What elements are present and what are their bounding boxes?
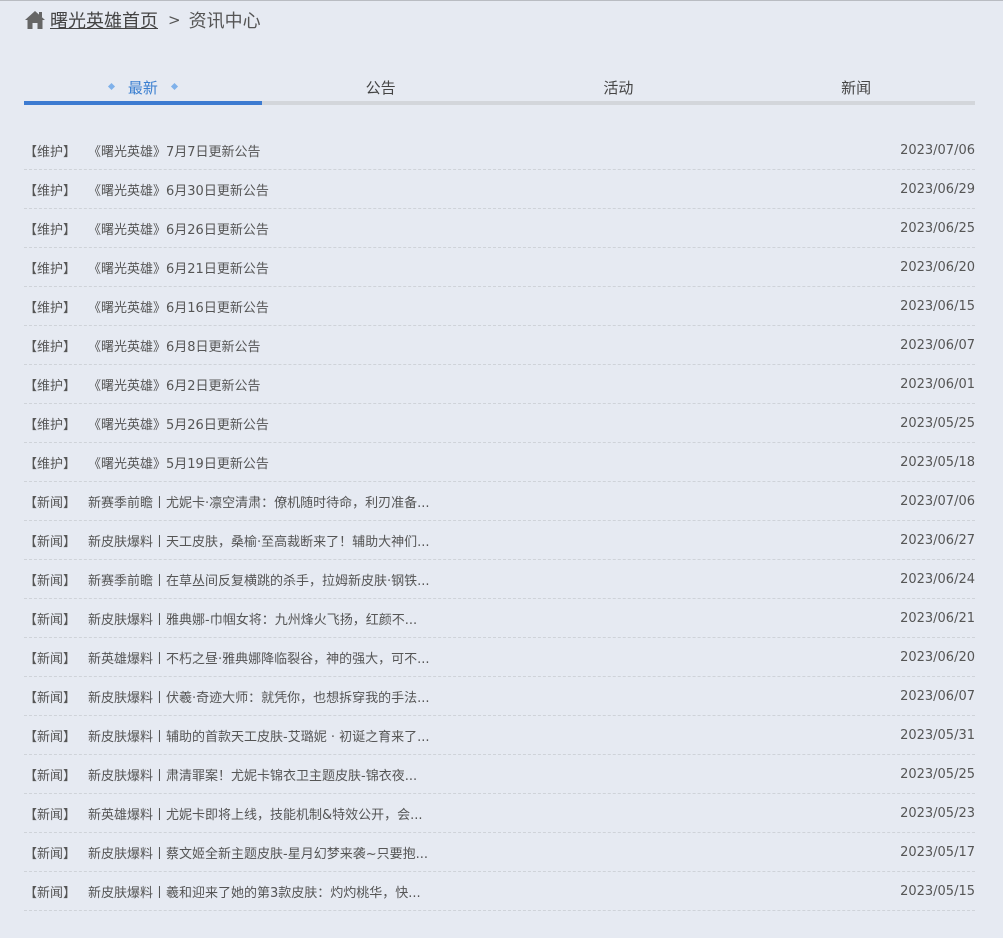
- item-date: 2023/07/06: [900, 142, 975, 158]
- item-title[interactable]: 《曙光英雄》6月21日更新公告: [88, 258, 885, 277]
- item-tag: 【维护】: [24, 378, 77, 394]
- item-date: 2023/06/15: [900, 298, 975, 314]
- list-item[interactable]: 【新闻】 新皮肤爆料丨肃清罪案！尤妮卡锦衣卫主题皮肤-锦衣夜... 2023/0…: [24, 755, 975, 794]
- list-item[interactable]: 【维护】 《曙光英雄》5月19日更新公告 2023/05/18: [24, 443, 975, 482]
- item-title[interactable]: 新皮肤爆料丨雅典娜-巾帼女将：九州烽火飞扬，红颜不...: [88, 609, 885, 628]
- item-tag: 【维护】: [24, 417, 77, 433]
- item-title[interactable]: 《曙光英雄》5月19日更新公告: [88, 453, 885, 472]
- diamond-icon: [170, 82, 178, 91]
- item-tag: 【新闻】: [24, 651, 77, 667]
- item-tag: 【维护】: [24, 300, 77, 316]
- item-title[interactable]: 新赛季前瞻丨在草丛间反复横跳的杀手，拉姆新皮肤·钢铁...: [88, 570, 885, 589]
- list-item[interactable]: 【新闻】 新赛季前瞻丨尤妮卡·凛空清肃：僚机随时待命，利刃准备... 2023/…: [24, 482, 975, 521]
- list-item[interactable]: 【新闻】 新赛季前瞻丨在草丛间反复横跳的杀手，拉姆新皮肤·钢铁... 2023/…: [24, 560, 975, 599]
- list-item[interactable]: 【新闻】 新皮肤爆料丨辅助的首款天工皮肤-艾璐妮 · 初诞之育来了... 202…: [24, 716, 975, 755]
- list-item[interactable]: 【新闻】 新皮肤爆料丨雅典娜-巾帼女将：九州烽火飞扬，红颜不... 2023/0…: [24, 599, 975, 638]
- item-date: 2023/06/07: [900, 688, 975, 704]
- item-tag: 【维护】: [24, 261, 77, 277]
- item-tag: 【新闻】: [24, 690, 77, 706]
- item-date: 2023/06/21: [900, 610, 975, 626]
- item-title[interactable]: 新皮肤爆料丨肃清罪案！尤妮卡锦衣卫主题皮肤-锦衣夜...: [88, 765, 885, 784]
- item-date: 2023/06/20: [900, 649, 975, 665]
- item-date: 2023/05/23: [900, 805, 975, 821]
- item-date: 2023/05/25: [900, 766, 975, 782]
- breadcrumb-separator: >: [168, 11, 181, 29]
- list-item[interactable]: 【维护】 《曙光英雄》7月7日更新公告 2023/07/06: [24, 131, 975, 170]
- item-tag: 【新闻】: [24, 495, 77, 511]
- item-title[interactable]: 《曙光英雄》6月16日更新公告: [88, 297, 885, 316]
- item-date: 2023/06/24: [900, 571, 975, 587]
- diamond-icon: [107, 82, 115, 91]
- news-list: 【维护】 《曙光英雄》7月7日更新公告 2023/07/06 【维护】 《曙光英…: [24, 131, 975, 911]
- item-title[interactable]: 《曙光英雄》6月8日更新公告: [88, 336, 885, 355]
- tab-news[interactable]: 新闻: [737, 76, 975, 106]
- list-item[interactable]: 【新闻】 新英雄爆料丨尤妮卡即将上线，技能机制&特效公开，会... 2023/0…: [24, 794, 975, 833]
- top-border: [0, 0, 1003, 1]
- item-tag: 【新闻】: [24, 885, 77, 901]
- item-title[interactable]: 新英雄爆料丨尤妮卡即将上线，技能机制&特效公开，会...: [88, 804, 885, 823]
- breadcrumb: 曙光英雄首页 > 资讯中心: [24, 8, 261, 32]
- breadcrumb-home-link[interactable]: 曙光英雄首页: [50, 7, 158, 33]
- item-title[interactable]: 《曙光英雄》6月30日更新公告: [88, 180, 885, 199]
- list-item[interactable]: 【维护】 《曙光英雄》6月2日更新公告 2023/06/01: [24, 365, 975, 404]
- tab-label: 新闻: [841, 79, 872, 97]
- item-date: 2023/05/31: [900, 727, 975, 743]
- item-title[interactable]: 新皮肤爆料丨羲和迎来了她的第3款皮肤：灼灼桃华，快...: [88, 882, 885, 901]
- tab-label: 活动: [603, 79, 634, 97]
- tab-latest[interactable]: 最新: [24, 76, 262, 106]
- item-tag: 【维护】: [24, 183, 77, 199]
- list-item[interactable]: 【新闻】 新皮肤爆料丨蔡文姬全新主题皮肤-星月幻梦来袭~只要抱... 2023/…: [24, 833, 975, 872]
- item-tag: 【维护】: [24, 222, 77, 238]
- item-date: 2023/06/27: [900, 532, 975, 548]
- item-date: 2023/07/06: [900, 493, 975, 509]
- item-tag: 【新闻】: [24, 573, 77, 589]
- item-date: 2023/06/07: [900, 337, 975, 353]
- item-title[interactable]: 新英雄爆料丨不朽之昼·雅典娜降临裂谷，神的强大，可不...: [88, 648, 885, 667]
- item-tag: 【新闻】: [24, 729, 77, 745]
- item-date: 2023/05/25: [900, 415, 975, 431]
- list-item[interactable]: 【维护】 《曙光英雄》6月8日更新公告 2023/06/07: [24, 326, 975, 365]
- item-title[interactable]: 新皮肤爆料丨天工皮肤，桑榆·至高裁断来了！辅助大神们...: [88, 531, 885, 550]
- item-date: 2023/06/29: [900, 181, 975, 197]
- item-tag: 【维护】: [24, 456, 77, 472]
- item-title[interactable]: 《曙光英雄》6月26日更新公告: [88, 219, 885, 238]
- item-title[interactable]: 新赛季前瞻丨尤妮卡·凛空清肃：僚机随时待命，利刃准备...: [88, 492, 885, 511]
- item-tag: 【新闻】: [24, 846, 77, 862]
- list-item[interactable]: 【维护】 《曙光英雄》6月26日更新公告 2023/06/25: [24, 209, 975, 248]
- item-date: 2023/06/25: [900, 220, 975, 236]
- tab-label: 最新: [127, 79, 158, 97]
- list-item[interactable]: 【新闻】 新皮肤爆料丨伏羲·奇迹大师：就凭你，也想拆穿我的手法... 2023/…: [24, 677, 975, 716]
- tab-label: 公告: [365, 79, 396, 97]
- list-item[interactable]: 【维护】 《曙光英雄》6月16日更新公告 2023/06/15: [24, 287, 975, 326]
- item-title[interactable]: 《曙光英雄》6月2日更新公告: [88, 375, 885, 394]
- list-item[interactable]: 【维护】 《曙光英雄》6月30日更新公告 2023/06/29: [24, 170, 975, 209]
- list-item[interactable]: 【维护】 《曙光英雄》6月21日更新公告 2023/06/20: [24, 248, 975, 287]
- list-item[interactable]: 【新闻】 新英雄爆料丨不朽之昼·雅典娜降临裂谷，神的强大，可不... 2023/…: [24, 638, 975, 677]
- item-title[interactable]: 新皮肤爆料丨伏羲·奇迹大师：就凭你，也想拆穿我的手法...: [88, 687, 885, 706]
- item-tag: 【维护】: [24, 144, 77, 160]
- item-tag: 【维护】: [24, 339, 77, 355]
- news-tabs: 最新 公告 活动 新闻: [24, 76, 975, 106]
- item-title[interactable]: 《曙光英雄》7月7日更新公告: [88, 141, 885, 160]
- tab-announcements[interactable]: 公告: [261, 76, 500, 106]
- item-date: 2023/05/15: [900, 883, 975, 899]
- item-date: 2023/05/18: [900, 454, 975, 470]
- item-tag: 【新闻】: [24, 768, 77, 784]
- tab-events[interactable]: 活动: [499, 76, 738, 106]
- list-item[interactable]: 【维护】 《曙光英雄》5月26日更新公告 2023/05/25: [24, 404, 975, 443]
- item-date: 2023/05/17: [900, 844, 975, 860]
- item-title[interactable]: 新皮肤爆料丨蔡文姬全新主题皮肤-星月幻梦来袭~只要抱...: [88, 843, 885, 862]
- item-tag: 【新闻】: [24, 612, 77, 628]
- breadcrumb-current: 资讯中心: [188, 11, 261, 32]
- list-item[interactable]: 【新闻】 新皮肤爆料丨天工皮肤，桑榆·至高裁断来了！辅助大神们... 2023/…: [24, 521, 975, 560]
- item-title[interactable]: 《曙光英雄》5月26日更新公告: [88, 414, 885, 433]
- list-item[interactable]: 【新闻】 新皮肤爆料丨羲和迎来了她的第3款皮肤：灼灼桃华，快... 2023/0…: [24, 872, 975, 911]
- item-date: 2023/06/01: [900, 376, 975, 392]
- item-tag: 【新闻】: [24, 534, 77, 550]
- home-icon[interactable]: [24, 10, 46, 30]
- item-title[interactable]: 新皮肤爆料丨辅助的首款天工皮肤-艾璐妮 · 初诞之育来了...: [88, 726, 885, 745]
- item-tag: 【新闻】: [24, 807, 77, 823]
- item-date: 2023/06/20: [900, 259, 975, 275]
